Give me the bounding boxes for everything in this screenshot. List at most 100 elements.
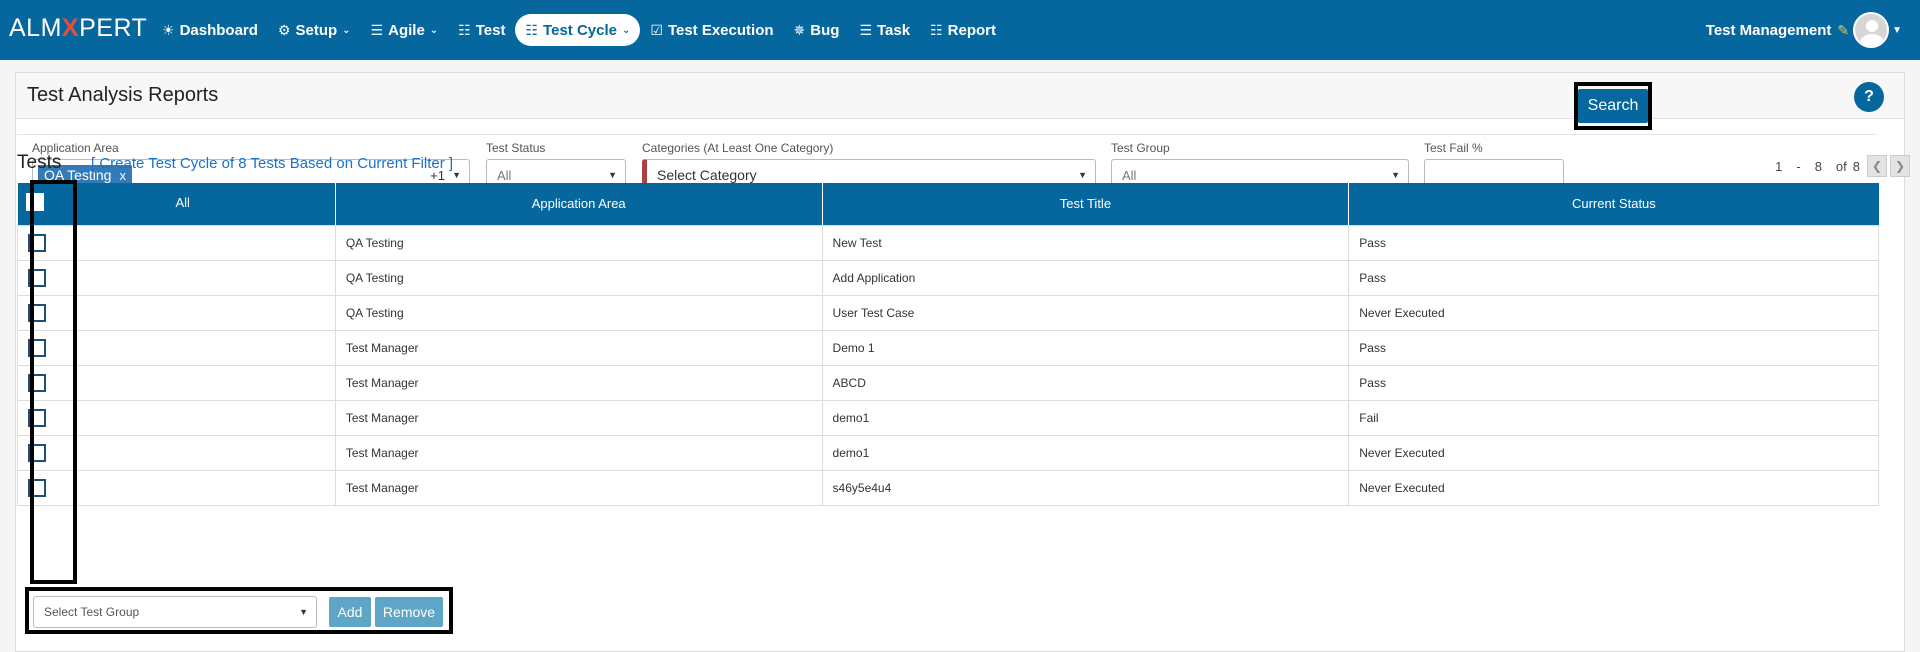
- test-fail-label: Test Fail %: [1424, 141, 1483, 155]
- row-checkbox[interactable]: [28, 408, 46, 427]
- test-title-cell: User Test Case: [821, 294, 1350, 331]
- nav-test-execution[interactable]: ☑ Test Execution: [640, 14, 783, 46]
- nav-setup[interactable]: ⚙ Setup ⌄: [268, 14, 361, 46]
- table-row: Test Manager Demo 1 Pass: [17, 329, 1879, 366]
- nav-label: Agile: [388, 21, 425, 39]
- nav-report[interactable]: ☷ Report: [920, 14, 1006, 46]
- test-title-cell: ABCD: [821, 364, 1350, 401]
- chevron-down-icon: ▼: [608, 170, 617, 180]
- user-name: Test Management: [1705, 21, 1832, 39]
- pencil-icon[interactable]: ✎: [1837, 22, 1849, 39]
- row-checkbox[interactable]: [28, 443, 46, 462]
- chevron-down-icon: ▼: [1078, 170, 1087, 180]
- application-area-cell: Test Manager: [334, 364, 823, 401]
- test-title-cell: demo1: [821, 399, 1350, 436]
- nav-label: Task: [877, 21, 911, 39]
- create-test-cycle-link[interactable]: [ Create Test Cycle of 8 Tests Based on …: [91, 155, 453, 172]
- search-button-highlight: Search: [1574, 82, 1652, 130]
- row-select-cell: [17, 259, 336, 296]
- column-header-all: All: [17, 183, 336, 225]
- tests-heading: Tests: [17, 152, 62, 173]
- nav-label: Report: [947, 21, 996, 39]
- avatar[interactable]: [1853, 12, 1890, 48]
- current-status-cell: Pass: [1348, 259, 1879, 296]
- row-select-cell: [17, 399, 336, 436]
- add-button[interactable]: Add: [329, 597, 371, 627]
- application-area-cell: Test Manager: [334, 329, 823, 366]
- chevron-down-icon: ⌄: [621, 24, 631, 36]
- row-checkbox[interactable]: [28, 268, 46, 287]
- divider: [17, 134, 1877, 135]
- nav-label: Test Execution: [667, 21, 774, 39]
- application-area-cell: QA Testing: [334, 259, 823, 296]
- row-checkbox[interactable]: [28, 233, 46, 252]
- categories-label: Categories (At Least One Category): [642, 141, 834, 155]
- table-row: QA Testing Add Application Pass: [17, 259, 1879, 296]
- row-select-cell: [17, 294, 336, 331]
- test-title-cell: New Test: [821, 224, 1350, 261]
- column-header-application-area: Application Area: [335, 183, 823, 225]
- table-row: QA Testing New Test Pass: [17, 224, 1879, 261]
- row-checkbox[interactable]: [28, 338, 46, 357]
- list-icon: ☰: [370, 21, 384, 38]
- chevron-down-icon: ⌄: [429, 24, 439, 36]
- current-status-cell: Pass: [1348, 329, 1879, 366]
- report-icon: ☷: [930, 21, 943, 38]
- test-title-cell: Demo 1: [821, 329, 1350, 366]
- nav-bug[interactable]: ✵ Bug: [784, 14, 850, 46]
- table-row: Test Manager demo1 Fail: [17, 399, 1879, 436]
- nav-label: Test Cycle: [543, 21, 617, 39]
- check-square-icon: ☑: [650, 21, 663, 38]
- test-group-dropdown[interactable]: Select Test Group ▼: [33, 596, 317, 628]
- tasks-icon: ☰: [859, 21, 872, 38]
- application-area-cell: QA Testing: [334, 224, 823, 261]
- bug-icon: ✵: [793, 21, 806, 38]
- table-row: Test Manager demo1 Never Executed: [17, 434, 1879, 471]
- prev-page-icon[interactable]: ❮: [1867, 155, 1887, 177]
- nav-agile[interactable]: ☰ Agile ⌄: [361, 14, 449, 46]
- nav-label: Dashboard: [179, 21, 258, 39]
- test-title-cell: demo1: [821, 434, 1350, 471]
- table-row: QA Testing User Test Case Never Executed: [17, 294, 1879, 331]
- dashboard-icon: ☀: [162, 21, 175, 38]
- application-area-cell: QA Testing: [334, 294, 823, 331]
- current-status-cell: Pass: [1348, 224, 1879, 261]
- row-checkbox[interactable]: [28, 478, 46, 497]
- current-status-cell: Fail: [1348, 399, 1879, 436]
- application-area-cell: Test Manager: [334, 469, 823, 506]
- column-header-test-title: Test Title: [822, 183, 1350, 225]
- chevron-down-icon: ▼: [452, 170, 461, 180]
- current-status-cell: Never Executed: [1348, 434, 1879, 471]
- select-all-checkbox[interactable]: [25, 193, 44, 211]
- help-icon[interactable]: ?: [1854, 82, 1884, 112]
- chevron-down-icon: ▼: [1391, 170, 1400, 180]
- test-status-label: Test Status: [486, 141, 546, 155]
- nav-test-cycle[interactable]: ☷ Test Cycle ⌄: [515, 14, 641, 46]
- pagination: 1-8 of 8 ❮ ❯: [1761, 155, 1910, 177]
- grid-icon: ☷: [525, 21, 539, 38]
- test-title-cell: Add Application: [821, 259, 1350, 296]
- row-checkbox[interactable]: [28, 303, 46, 322]
- brand-logo[interactable]: ALMXPERT: [9, 14, 147, 43]
- remove-button[interactable]: Remove: [375, 597, 443, 627]
- page-title: Test Analysis Reports: [27, 84, 219, 106]
- row-select-cell: [17, 469, 336, 506]
- row-select-cell: [17, 364, 336, 401]
- search-button[interactable]: Search: [1577, 89, 1649, 123]
- chevron-down-icon[interactable]: ▼: [1892, 25, 1902, 36]
- current-status-cell: Pass: [1348, 364, 1879, 401]
- test-title-cell: s46y5e4u4: [821, 469, 1350, 506]
- tests-table: All Application Area Test Title Current …: [17, 183, 1879, 506]
- current-status-cell: Never Executed: [1348, 294, 1879, 331]
- nav-label: Test: [475, 21, 506, 39]
- row-checkbox[interactable]: [28, 373, 46, 392]
- group-actions-highlight: Select Test Group ▼ Add Remove: [25, 587, 453, 634]
- row-select-cell: [17, 224, 336, 261]
- nav-dashboard[interactable]: ☀ Dashboard: [152, 14, 268, 46]
- nav-test[interactable]: ☷ Test: [448, 14, 515, 46]
- nav-task[interactable]: ☰ Task: [849, 14, 920, 46]
- application-area-cell: Test Manager: [334, 434, 823, 471]
- user-menu[interactable]: Test Management ✎ ▼: [1706, 12, 1902, 48]
- next-page-icon[interactable]: ❯: [1890, 155, 1910, 177]
- main-nav: ☀ Dashboard ⚙ Setup ⌄ ☰ Agile ⌄ ☷ Test ☷ Test Cycle…: [152, 14, 1006, 46]
